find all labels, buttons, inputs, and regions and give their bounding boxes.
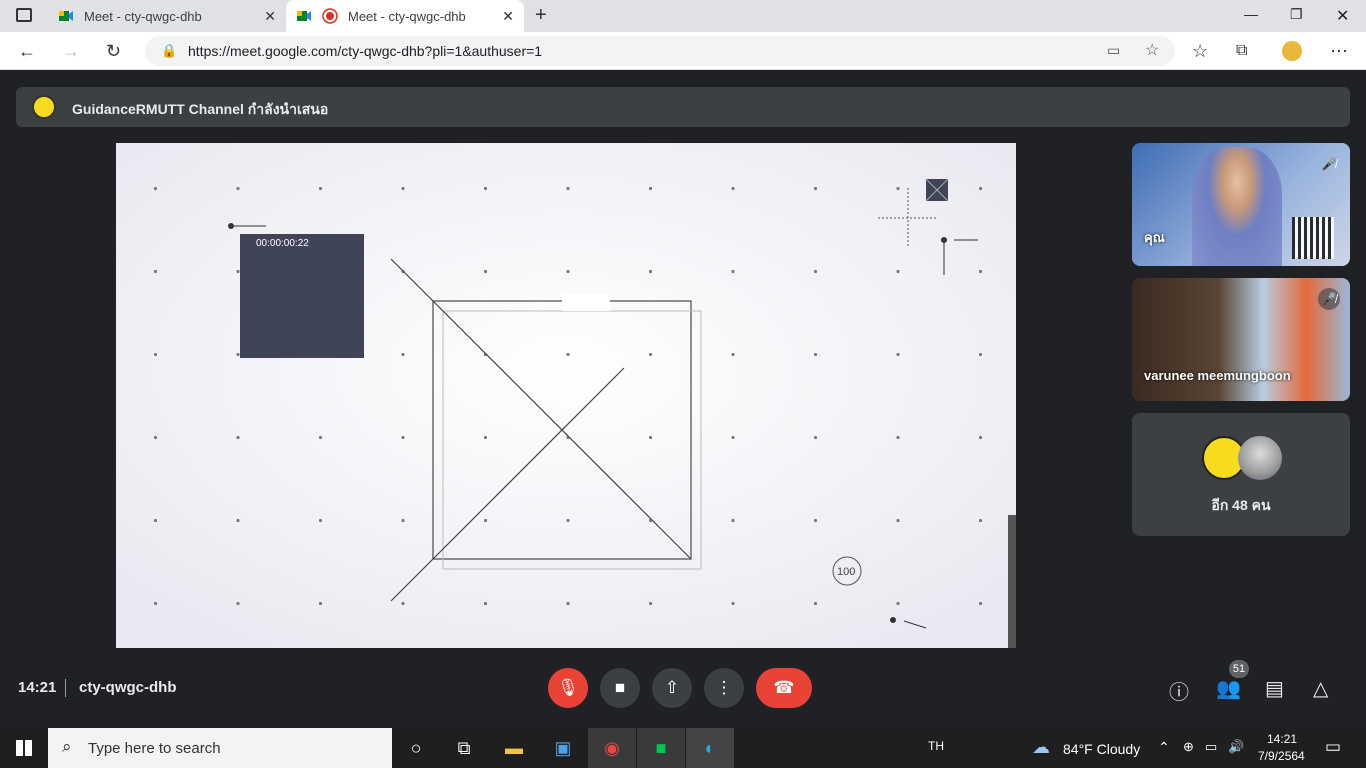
presentation-stage: 00:00:00:22 100 (116, 143, 1016, 648)
collections-icon[interactable]: ⧉ (1236, 42, 1247, 60)
tab-meet-2[interactable]: Meet - cty-qwgc-dhb ✕ (286, 0, 524, 32)
photos-icon[interactable]: ▣ (539, 728, 587, 768)
address-toolbar: ← → ↻ 🔒 https://meet.google.com/cty-qwgc… (0, 32, 1366, 70)
mic-off-icon: 🎙 (557, 678, 579, 697)
chrome-icon[interactable]: ◉ (588, 728, 636, 768)
network-icon[interactable]: ⊕ (1183, 739, 1194, 755)
hang-up-icon: ☎ (773, 678, 795, 697)
mic-off-icon: 🎤̸ (1321, 157, 1337, 171)
more-participants-label: อีก 48 คน (1211, 497, 1271, 513)
tab-title: Meet - cty-qwgc-dhb (348, 8, 466, 24)
restore-button[interactable]: ❐ (1290, 6, 1303, 23)
presenter-label: GuidanceRMUTT Channel กำลังนำเสนอ (72, 101, 329, 117)
counter-label: 100 (837, 566, 856, 578)
search-placeholder: Type here to search (88, 740, 221, 757)
close-icon[interactable]: ✕ (264, 8, 276, 25)
presentation-bar: GuidanceRMUTT Channel กำลังนำเสนอ (16, 87, 1350, 127)
tab-title: Meet - cty-qwgc-dhb (84, 8, 202, 24)
new-tab-button[interactable]: + (535, 4, 547, 27)
profile-avatar[interactable] (1282, 41, 1302, 61)
url-text: https://meet.google.com/cty-qwgc-dhb?pli… (188, 43, 543, 59)
activities-icon[interactable]: △ (1313, 676, 1328, 701)
file-explorer-icon[interactable]: ▬ (490, 728, 538, 768)
minimize-button[interactable]: — (1244, 6, 1258, 22)
clock-time[interactable]: 14:21 (1267, 732, 1297, 746)
presenter-avatar (32, 95, 56, 119)
mic-off-icon: 🎤̸ (1318, 288, 1340, 310)
present-icon: ⇧ (664, 678, 680, 697)
weather-icon: ☁ (1032, 737, 1050, 757)
taskbar-search[interactable]: ⌕ Type here to search (48, 728, 392, 768)
meet-icon (59, 11, 73, 21)
camera-toggle-button[interactable]: ■ (600, 668, 640, 708)
leave-call-button[interactable]: ☎ (756, 668, 812, 708)
more-participants-tile[interactable]: อีก 48 คน (1132, 413, 1350, 536)
windows-taskbar: ⌕ Type here to search ○ ⧉ ▬ ▣ ◉ ■ ◐ TH ☁… (0, 728, 1366, 768)
cortana-icon[interactable]: ○ (392, 728, 440, 768)
participant-video (1192, 147, 1282, 266)
add-favorite-icon[interactable]: ☆ (1145, 40, 1159, 60)
present-now-button[interactable]: ⇧ (652, 668, 692, 708)
notifications-icon[interactable]: ▭ (1325, 737, 1341, 757)
volume-icon[interactable]: 🔊 (1228, 739, 1244, 755)
address-bar[interactable]: 🔒 https://meet.google.com/cty-qwgc-dhb?p… (145, 36, 1175, 66)
lock-icon[interactable]: 🔒 (161, 43, 177, 59)
participant-count-badge: 51 (1229, 660, 1249, 678)
participant-tile-self[interactable]: 🎤̸ คุณ (1132, 143, 1350, 266)
tray-chevron-icon[interactable]: ⌃ (1158, 739, 1170, 756)
more-options-button[interactable]: ⋮ (704, 668, 744, 708)
recording-icon (322, 8, 338, 24)
timer-box: 00:00:00:22 (240, 234, 364, 358)
timer-text: 00:00:00:22 (256, 238, 309, 249)
camera-indicator-icon[interactable]: ▭ (1107, 42, 1120, 59)
meeting-controls-bar: 14:21 cty-qwgc-dhb 🎙 ■ ⇧ ⋮ ☎ ⓘ 👥 51 ▤ △ (0, 660, 1366, 720)
tab-actions-icon[interactable] (16, 8, 32, 22)
window-close-button[interactable]: ✕ (1336, 6, 1349, 26)
edge-icon[interactable]: ◐ (686, 728, 734, 768)
people-icon[interactable]: 👥 (1216, 676, 1241, 701)
mic-toggle-button[interactable]: 🎙 (548, 668, 588, 708)
search-icon: ⌕ (62, 737, 72, 756)
tab-strip: Meet - cty-qwgc-dhb ✕ Meet - cty-qwgc-dh… (0, 0, 1366, 32)
input-language[interactable]: TH (928, 739, 944, 753)
windows-start-icon[interactable] (16, 740, 32, 756)
tab-meet-1[interactable]: Meet - cty-qwgc-dhb ✕ (50, 0, 286, 32)
chat-icon[interactable]: ▤ (1265, 676, 1284, 701)
settings-menu-icon[interactable]: ⋯ (1330, 41, 1348, 62)
task-view-icon[interactable]: ⧉ (440, 728, 488, 768)
slide-graphic (116, 143, 1016, 648)
weather-text[interactable]: 84°F Cloudy (1063, 741, 1140, 757)
meet-icon (297, 11, 311, 21)
clock-date[interactable]: 7/9/2564 (1258, 749, 1305, 763)
participant-name: varunee meemungboon (1144, 368, 1291, 383)
meeting-time: 14:21 (18, 679, 57, 696)
divider (65, 679, 66, 697)
participant-tile-varunee[interactable]: 🎤̸ varunee meemungboon (1132, 278, 1350, 401)
more-vert-icon: ⋮ (715, 678, 733, 697)
favorites-icon[interactable]: ☆ (1192, 41, 1208, 62)
refresh-button[interactable]: ↻ (106, 41, 121, 62)
back-button[interactable]: ← (18, 41, 36, 62)
line-app-icon[interactable]: ■ (637, 728, 685, 768)
participant-avatar (1238, 436, 1282, 480)
meeting-code: cty-qwgc-dhb (79, 679, 177, 696)
camera-icon: ■ (614, 678, 626, 697)
qr-code-image (1292, 217, 1334, 259)
participant-name: คุณ (1144, 230, 1165, 245)
battery-icon[interactable]: ▭ (1205, 739, 1217, 755)
close-icon[interactable]: ✕ (502, 8, 514, 25)
forward-button[interactable]: → (62, 41, 80, 62)
meeting-details-icon[interactable]: ⓘ (1169, 676, 1189, 705)
